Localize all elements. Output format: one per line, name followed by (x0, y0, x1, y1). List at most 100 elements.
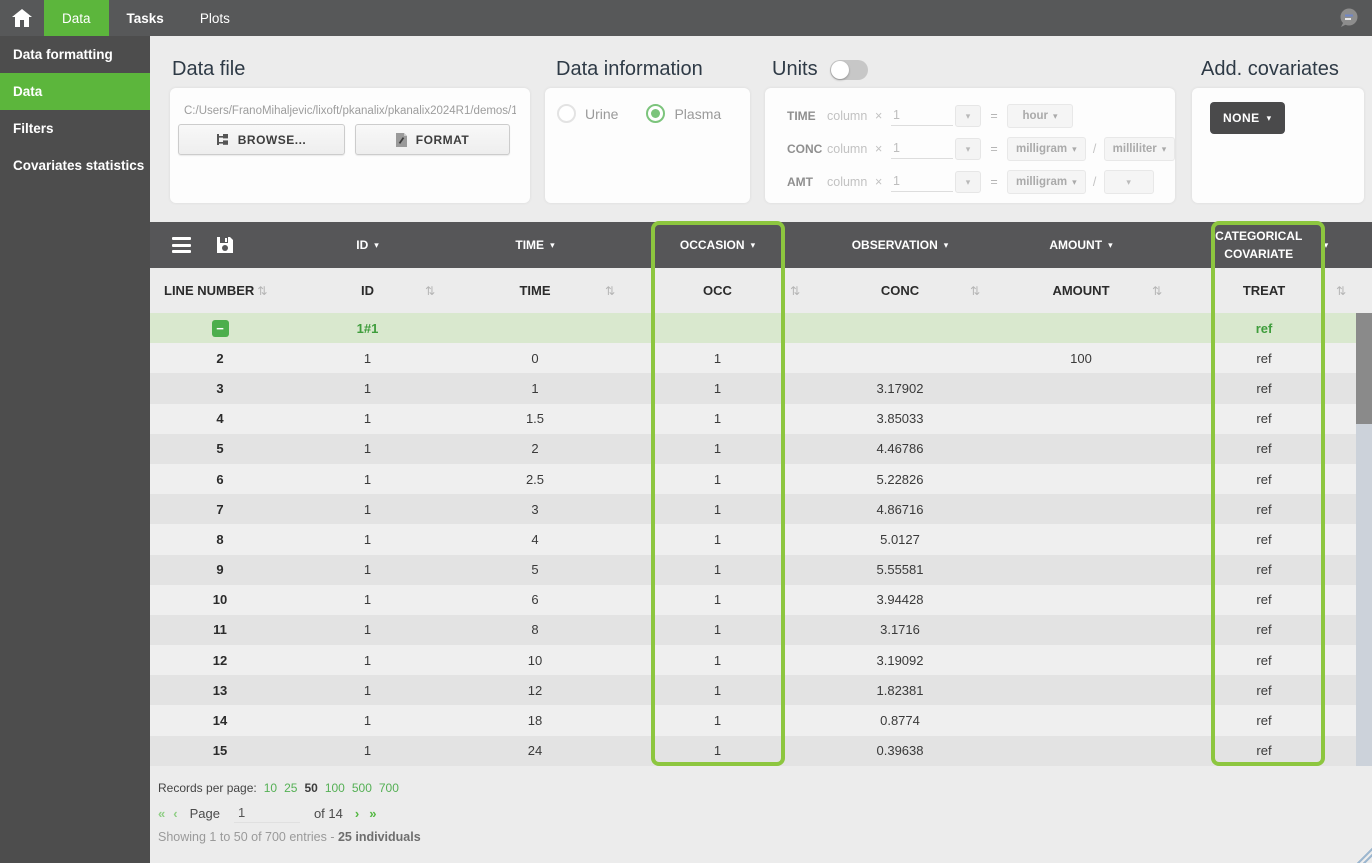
sidebar-item-covariates-statistics[interactable]: Covariates statistics (0, 147, 150, 184)
column-type-dropdown-observation[interactable]: OBSERVATION ▾ (810, 222, 990, 268)
records-per-page-option[interactable]: 500 (352, 781, 372, 795)
cell-id: 1 (363, 471, 372, 487)
sidebar-item-filters[interactable]: Filters (0, 110, 150, 147)
last-page-button[interactable]: » (369, 806, 376, 821)
column-type-dropdown-time[interactable]: TIME ▾ (445, 222, 625, 268)
tab-data[interactable]: Data (44, 0, 109, 36)
page-number-input[interactable] (233, 804, 300, 823)
tab-tasks[interactable]: Tasks (109, 0, 182, 36)
table-row[interactable]: 14 1 18 1 0.8774 ref (150, 705, 1356, 736)
cell-id: 1 (363, 592, 372, 608)
table-row[interactable]: 13 1 12 1 1.82381 ref (150, 675, 1356, 706)
table-row[interactable]: 11 1 8 1 3.1716 ref (150, 614, 1356, 646)
chevron-down-icon: ▾ (550, 239, 555, 250)
records-per-page-option[interactable]: 25 (284, 781, 297, 795)
amt-unit-dropdown[interactable]: milligram ▾ (1007, 170, 1086, 194)
column-header-id[interactable]: ID ⇅ (290, 268, 445, 313)
cell-id: 1 (363, 682, 372, 698)
sort-icon[interactable]: ⇅ (1152, 284, 1162, 298)
records-per-page-option[interactable]: 700 (379, 781, 399, 795)
format-button[interactable]: FORMAT (355, 124, 510, 155)
units-toggle[interactable] (829, 59, 868, 80)
first-page-button[interactable]: « (158, 806, 165, 821)
table-scrollbar[interactable] (1356, 313, 1372, 766)
column-type-label: OCCASION (679, 238, 745, 252)
table-row[interactable]: 12 1 10 1 3.19092 ref (150, 645, 1356, 676)
column-header-line-number[interactable]: LINE NUMBER ⇅ (150, 268, 290, 313)
table-row[interactable]: 15 1 24 1 0.39638 ref (150, 735, 1356, 766)
radio-urine[interactable]: Urine (557, 104, 618, 123)
cell-treat: ref (1256, 531, 1272, 547)
table-row[interactable]: 3 1 1 1 3.17902 ref (150, 373, 1356, 404)
unit-factor-dropdown[interactable]: ▾ (955, 171, 981, 193)
table-row[interactable]: 4 1 1.5 1 3.85033 ref (150, 403, 1356, 434)
table-row[interactable]: 5 1 2 1 4.46786 ref (150, 433, 1356, 464)
table-row[interactable]: 2 1 0 1 100 ref (150, 343, 1356, 374)
table-column-type-header: ID ▾ TIME ▾ OCCASION ▾ OBSERVATION ▾ AMOUNT ▾… (150, 222, 1372, 268)
time-unit-dropdown[interactable]: hour ▾ (1007, 104, 1073, 128)
chevron-down-icon: ▾ (1266, 112, 1272, 123)
save-icon[interactable] (217, 237, 233, 253)
window-resize-grip[interactable] (1357, 848, 1372, 863)
amt-denominator-dropdown[interactable]: ▾ (1103, 170, 1154, 194)
records-per-page-option[interactable]: 50 (304, 781, 317, 795)
cell-time: 18 (527, 713, 543, 729)
column-type-dropdown-id[interactable]: ID ▾ (290, 222, 445, 268)
conc-denominator-dropdown[interactable]: milliliter ▾ (1103, 137, 1176, 161)
browse-button[interactable]: BROWSE... (178, 124, 345, 155)
table-row[interactable]: − 1#1 ref (150, 313, 1356, 344)
home-button[interactable] (0, 0, 44, 36)
cell-treat: ref (1256, 622, 1272, 638)
column-type-dropdown-categorical-covariate[interactable]: CATEGORICAL COVARIATE ▾ (1172, 222, 1356, 268)
chevron-down-icon: ▾ (374, 239, 379, 250)
sort-icon[interactable]: ⇅ (790, 284, 800, 298)
chevron-down-icon: ▾ (965, 143, 971, 154)
column-header-amount[interactable]: AMOUNT ⇅ (990, 268, 1172, 313)
units-panel: TIME column × 1 ▾ = hour ▾ CONC column × … (765, 88, 1176, 203)
sidebar-item-data[interactable]: Data (0, 73, 150, 110)
table-row[interactable]: 7 1 3 1 4.86716 ref (150, 494, 1356, 525)
cell-conc: 3.85033 (876, 411, 924, 427)
column-type-dropdown-occasion[interactable]: OCCASION ▾ (625, 222, 810, 268)
unit-factor-dropdown[interactable]: ▾ (955, 105, 981, 127)
column-type-dropdown-amount[interactable]: AMOUNT ▾ (990, 222, 1172, 268)
column-header-occ[interactable]: OCC ⇅ (625, 268, 810, 313)
previous-page-button[interactable]: ‹ (173, 806, 177, 821)
sort-icon[interactable]: ⇅ (605, 284, 615, 298)
add-covariates-none-dropdown[interactable]: NONE ▾ (1210, 102, 1285, 134)
next-page-button[interactable]: › (355, 806, 359, 821)
sort-icon[interactable]: ⇅ (425, 284, 435, 298)
table-row[interactable]: 9 1 5 1 5.55581 ref (150, 554, 1356, 585)
scrollbar-thumb[interactable] (1356, 313, 1372, 424)
cell-treat: ref (1256, 592, 1272, 608)
table-row[interactable]: 10 1 6 1 3.94428 ref (150, 584, 1356, 615)
unit-factor-input[interactable]: 1 (891, 106, 953, 126)
unit-factor-input[interactable]: 1 (891, 172, 953, 192)
sidebar-item-data-formatting[interactable]: Data formatting (0, 36, 150, 73)
unit-factor-dropdown[interactable]: ▾ (955, 138, 981, 160)
menu-icon[interactable] (172, 237, 191, 253)
records-per-page-option[interactable]: 10 (264, 781, 277, 795)
chat-bubble-icon (1340, 8, 1358, 27)
feedback-button[interactable] (1326, 0, 1372, 36)
column-header-conc[interactable]: CONC ⇅ (810, 268, 990, 313)
table-row[interactable]: 6 1 2.5 1 5.22826 ref (150, 463, 1356, 495)
tab-plots[interactable]: Plots (182, 0, 248, 36)
sort-icon[interactable]: ⇅ (970, 284, 980, 298)
conc-unit-dropdown[interactable]: milligram ▾ (1007, 137, 1086, 161)
collapse-group-button[interactable]: − (211, 319, 229, 337)
chevron-down-icon: ▾ (750, 239, 756, 250)
radio-plasma[interactable]: Plasma (646, 104, 721, 123)
cell-time: 8 (531, 622, 539, 638)
sort-icon[interactable]: ⇅ (257, 284, 267, 298)
cell-id: 1 (363, 380, 372, 396)
table-row[interactable]: 8 1 4 1 5.0127 ref (150, 524, 1356, 555)
column-header-treat[interactable]: TREAT ⇅ (1172, 268, 1356, 313)
records-per-page-option[interactable]: 100 (325, 781, 345, 795)
unit-factor-input[interactable]: 1 (891, 139, 953, 159)
sort-icon[interactable]: ⇅ (1336, 284, 1346, 298)
units-row-amt: AMT column × 1 ▾ = milligram ▾ / ▾ (787, 170, 1154, 194)
sidebar-item-label: Filters (13, 121, 54, 136)
sidebar-item-label: Data (13, 84, 43, 99)
column-header-time[interactable]: TIME ⇅ (445, 268, 625, 313)
